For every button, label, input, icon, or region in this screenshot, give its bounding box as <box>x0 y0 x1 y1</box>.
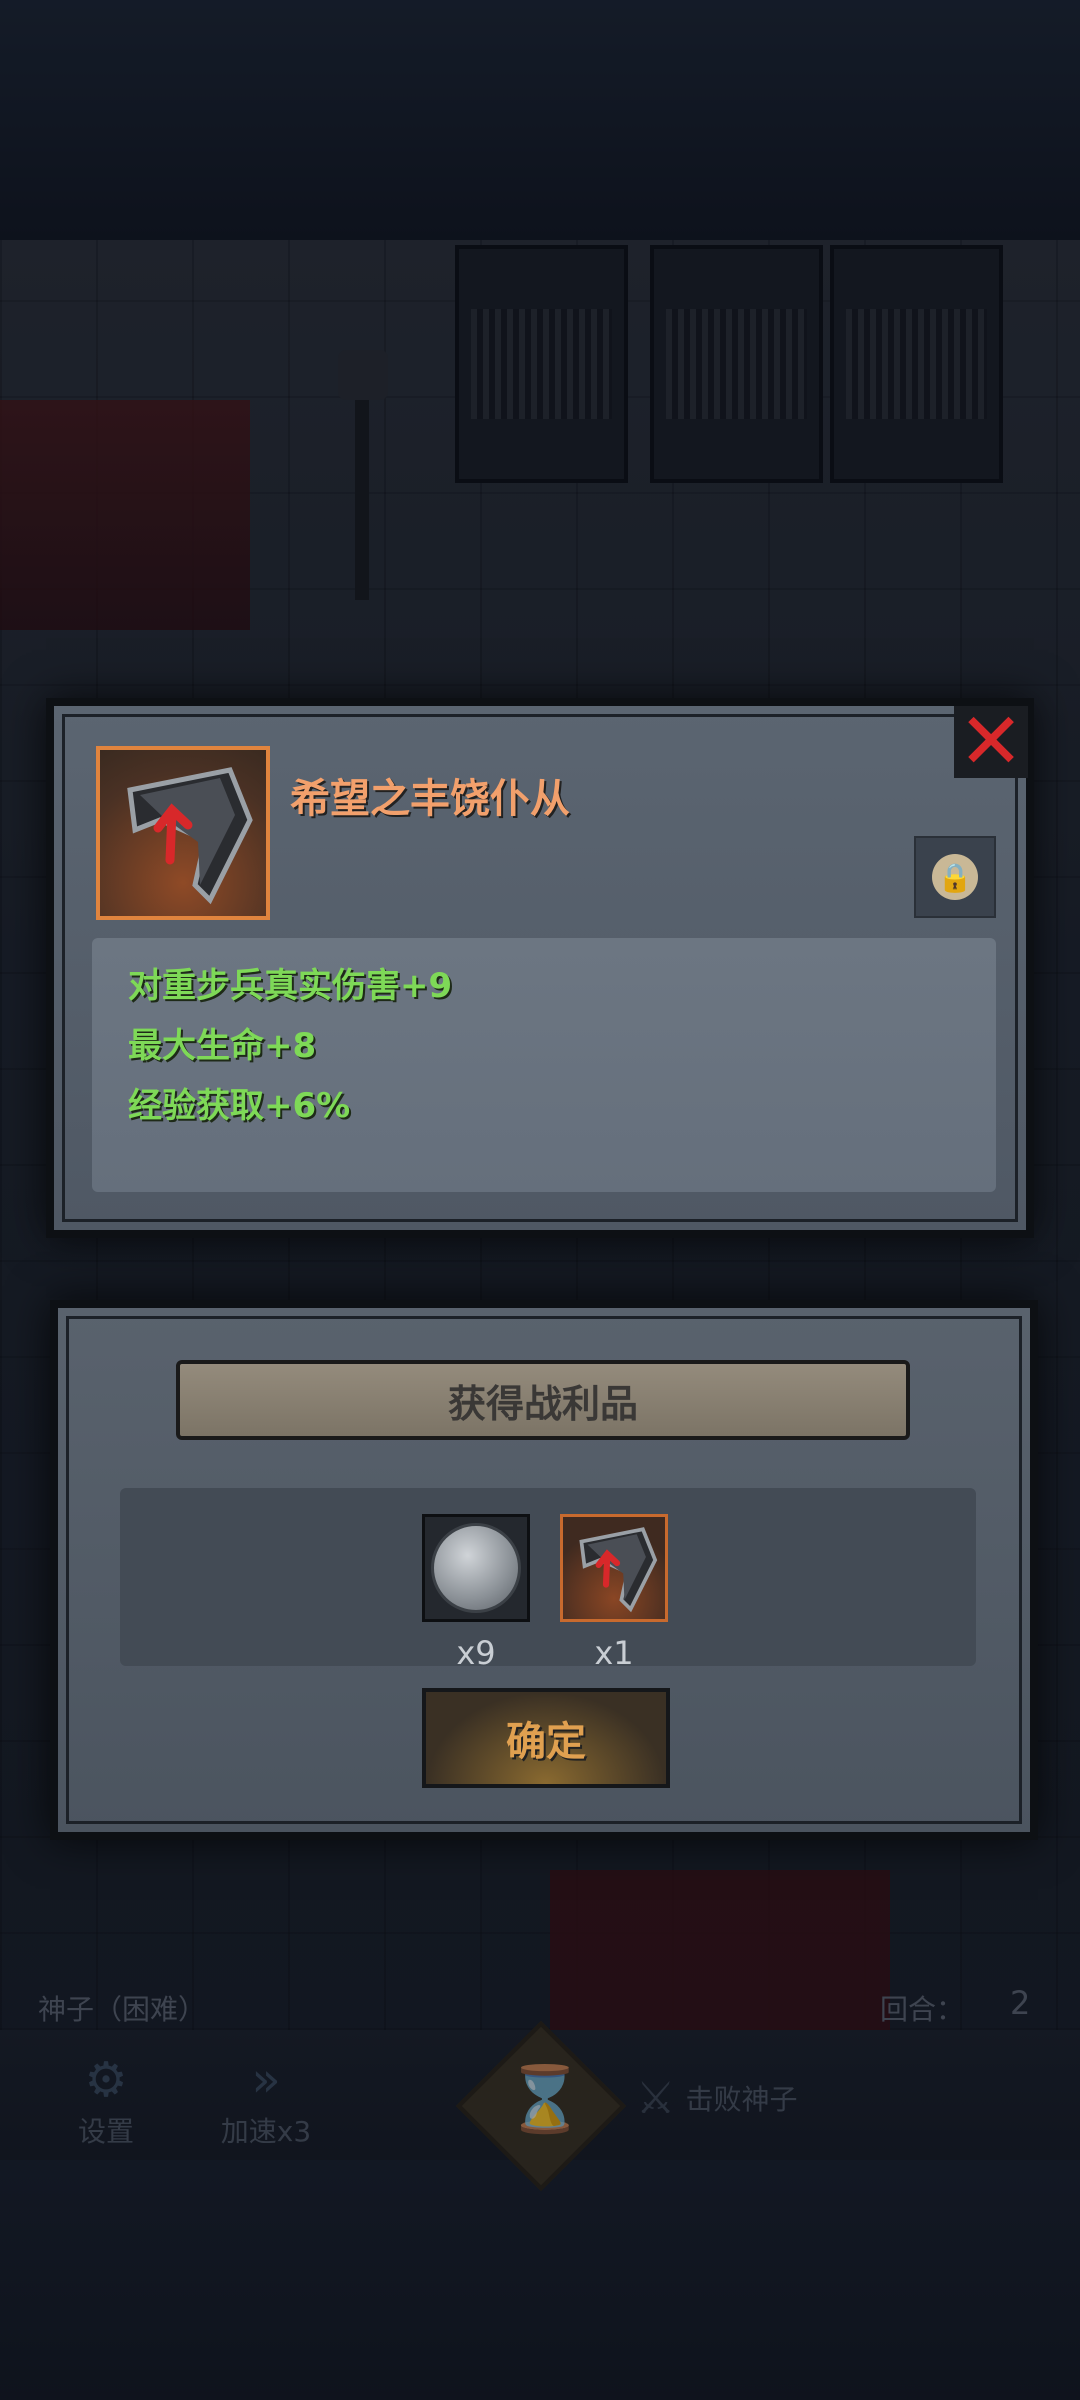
lock-icon: 🔒 <box>932 854 978 900</box>
close-icon: ✕ <box>958 697 1024 787</box>
loot-count: x9 <box>456 1634 496 1672</box>
weapon-blade-icon <box>127 767 253 905</box>
item-icon-frame <box>96 746 270 920</box>
loot-title: 获得战利品 <box>447 1381 638 1426</box>
stat-line: 对重步兵真实伤害+9 <box>128 966 453 1006</box>
confirm-label: 确定 <box>506 1719 586 1765</box>
loot-tray <box>120 1488 976 1666</box>
loot-panel: 获得战利品 x9 x1 确定 <box>50 1300 1038 1840</box>
silver-coin-icon <box>431 1523 521 1613</box>
loot-title-banner: 获得战利品 <box>176 1360 910 1440</box>
loot-item-weapon[interactable] <box>560 1514 668 1622</box>
item-name: 希望之丰饶仆从 <box>290 776 570 822</box>
item-stats-box: 对重步兵真实伤害+9 最大生命+8 经验获取+6% <box>92 938 996 1192</box>
close-button[interactable]: ✕ <box>954 697 1028 787</box>
confirm-button[interactable]: 确定 <box>422 1688 670 1788</box>
loot-item-coin[interactable] <box>422 1514 530 1622</box>
loot-count: x1 <box>594 1634 634 1672</box>
stat-line: 经验获取+6% <box>128 1086 351 1126</box>
stat-line: 最大生命+8 <box>128 1026 317 1066</box>
lock-button[interactable]: 🔒 <box>914 836 996 918</box>
item-detail-panel: 希望之丰饶仆从 ✕ 🔒 对重步兵真实伤害+9 最大生命+8 经验获取+6% <box>46 698 1034 1238</box>
weapon-blade-icon <box>579 1527 658 1613</box>
